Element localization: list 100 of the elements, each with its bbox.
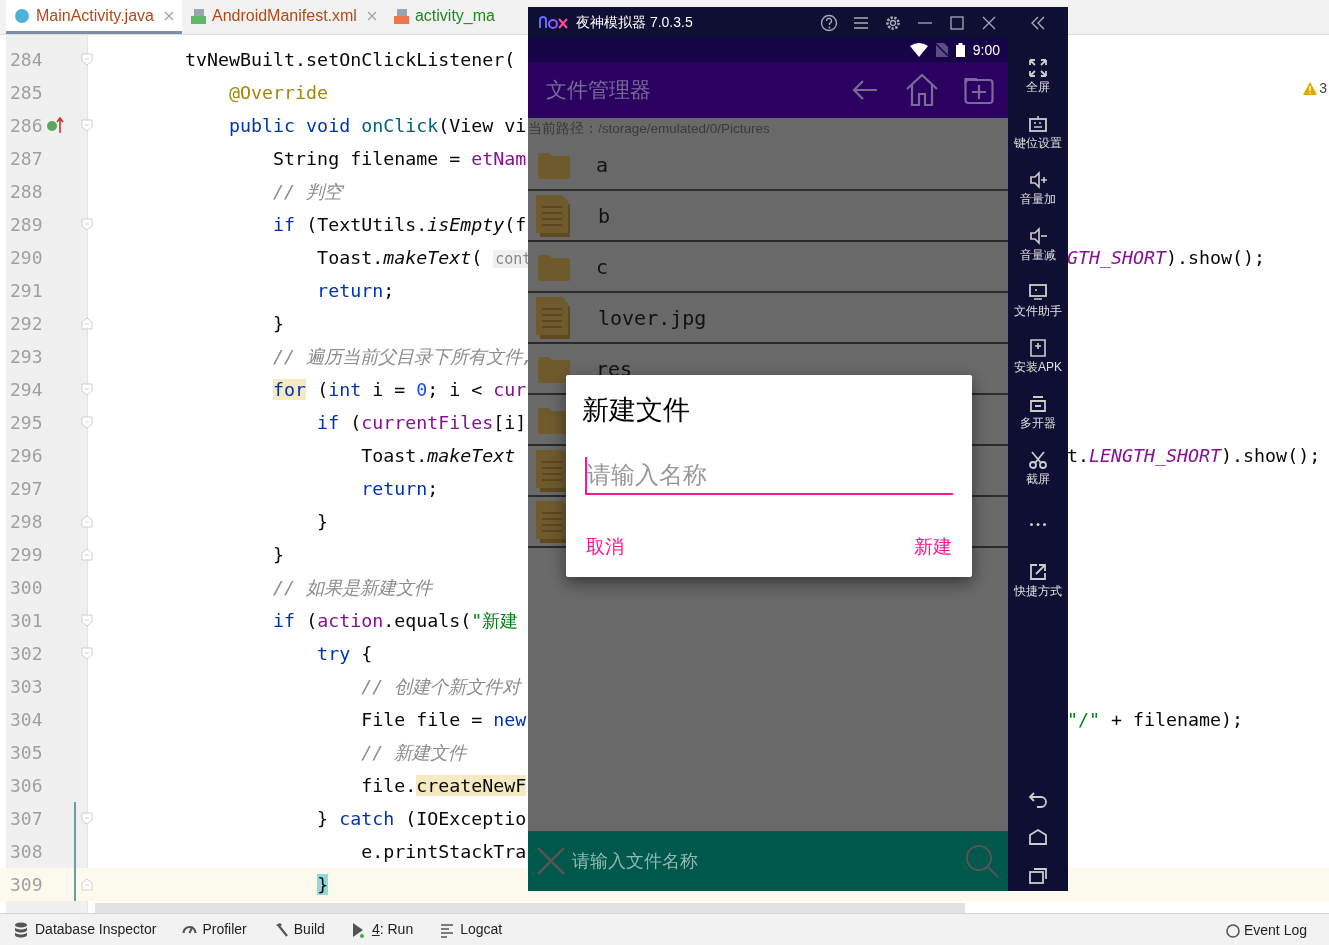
emulator-tool-button[interactable]: 全屏: [1009, 48, 1067, 104]
file-name: lover.jpg: [598, 304, 707, 332]
add-folder-icon: [964, 75, 994, 105]
search-input[interactable]: 请输入文件名称: [572, 847, 964, 875]
emulator-tool-button[interactable]: 多开器: [1009, 384, 1067, 440]
no-sim-icon: [935, 43, 948, 57]
code-line: }: [272, 311, 285, 336]
line-number: 297: [9, 477, 44, 501]
app-title: 文件管理器: [546, 77, 651, 104]
code-line: return;: [316, 278, 395, 303]
line-number: 301: [9, 609, 44, 633]
file-name: b: [598, 202, 611, 230]
close-icon: [536, 846, 566, 876]
editor-tab[interactable]: activity_ma: [384, 0, 503, 34]
external-link-icon: [1028, 562, 1048, 582]
folder-icon: [538, 252, 570, 281]
line-number: 306: [9, 774, 44, 798]
line-number: 307: [9, 807, 44, 831]
code-line: return;: [360, 476, 439, 501]
emulator-tool-button[interactable]: 音量减: [1009, 216, 1067, 272]
apk-install-icon: [1028, 338, 1048, 358]
tool-window-button[interactable]: Build: [272, 919, 325, 940]
folder-icon: [538, 354, 570, 383]
maximize-icon: [948, 13, 966, 32]
code-line: try {: [316, 641, 373, 666]
code-line: Toast.makeText: [360, 443, 516, 468]
line-number: 289: [9, 213, 44, 237]
gauge-icon: [182, 925, 198, 934]
code-line: } catch (IOExceptio: [316, 806, 527, 831]
tool-window-button[interactable]: Logcat: [439, 919, 503, 940]
line-number: 303: [9, 675, 44, 699]
search-icon: [964, 843, 1000, 879]
windows-stack-icon: [1028, 394, 1048, 414]
status-time: 9:00: [972, 40, 1000, 60]
create-button[interactable]: 新建: [910, 530, 956, 563]
wifi-icon: [909, 43, 928, 57]
line-number: 295: [9, 411, 44, 435]
emulator-tool-button[interactable]: 键位设置: [1009, 104, 1067, 160]
line-number: 304: [9, 708, 44, 732]
run-icon: [350, 921, 367, 938]
more-icon: [1030, 522, 1046, 526]
minimize-icon: [918, 21, 932, 24]
window-title: 夜神模拟器 7.0.3.5: [576, 13, 693, 32]
line-number: 300: [9, 576, 44, 600]
line-number: 294: [9, 378, 44, 402]
class-icon: [14, 7, 30, 24]
file-name: c: [596, 253, 609, 281]
tool-window-button[interactable]: 4: Run: [350, 919, 414, 940]
line-number: 298: [9, 510, 44, 534]
code-line: "/" + filename);: [1067, 707, 1244, 732]
line-number: 284: [9, 48, 44, 72]
document-icon: [536, 194, 572, 237]
name-input-field[interactable]: 请输入名称: [585, 457, 953, 495]
line-number: 285: [9, 81, 44, 105]
emulator-tool-button[interactable]: 音量加: [1009, 160, 1067, 216]
code-line: GTH_SHORT).show();: [1067, 245, 1266, 270]
volume-down-icon: [1028, 226, 1048, 246]
document-icon: [536, 296, 572, 339]
tool-window-button[interactable]: Database Inspector: [14, 919, 157, 940]
tool-window-button[interactable]: Event Log: [1225, 920, 1307, 941]
scissors-icon: [1028, 450, 1048, 470]
code-line: tvNewBuilt.setOnClickListener(: [184, 47, 516, 72]
warning-count: 3: [1319, 79, 1327, 98]
line-number: 286: [9, 114, 44, 138]
file-name: a: [596, 151, 609, 179]
code-line: File file = new: [360, 707, 527, 732]
emulator-tool-button[interactable]: 快捷方式: [1009, 552, 1067, 608]
code-line: if (action.equals("新建: [272, 608, 519, 633]
home-icon: [1028, 827, 1048, 847]
editor-tab[interactable]: MainActivity.java: [6, 0, 182, 34]
cancel-button[interactable]: 取消: [582, 530, 628, 563]
line-number: 302: [9, 642, 44, 666]
emulator-tool-button[interactable]: 截屏: [1009, 440, 1067, 496]
code-line: // 判空: [272, 179, 343, 204]
expand-icon: [1028, 58, 1048, 78]
code-line: }: [316, 509, 329, 534]
battery-icon: [955, 43, 965, 57]
code-line: }: [272, 542, 285, 567]
code-line: public void onClick(View vi: [228, 113, 527, 138]
tool-window-button[interactable]: Profiler: [182, 919, 247, 940]
horizontal-scrollbar[interactable]: [95, 903, 965, 913]
event-log-icon: [1225, 923, 1240, 938]
line-number: 288: [9, 180, 44, 204]
line-number: 293: [9, 345, 44, 369]
editor-tab[interactable]: AndroidManifest.xml: [181, 0, 385, 34]
layout-file-icon: [392, 7, 409, 24]
monitor-icon: [1028, 282, 1048, 302]
line-number: 309: [9, 873, 44, 897]
emulator-tool-button[interactable]: 安装APK: [1009, 328, 1067, 384]
volume-up-icon: [1028, 170, 1048, 190]
code-line: if (currentFiles[i]: [316, 410, 527, 435]
code-line: t.LENGTH_SHORT).show();: [1067, 443, 1321, 468]
help-icon: [820, 13, 838, 32]
code-line: e.printStackTra: [360, 839, 527, 864]
line-number: 287: [9, 147, 44, 171]
logcat-icon: [439, 921, 456, 938]
search-field[interactable]: 请输入文件名称: [528, 831, 1008, 891]
emulator-tool-button[interactable]: 文件助手: [1009, 272, 1067, 328]
dialog-title: 新建文件: [582, 394, 691, 427]
line-number: 290: [9, 246, 44, 270]
